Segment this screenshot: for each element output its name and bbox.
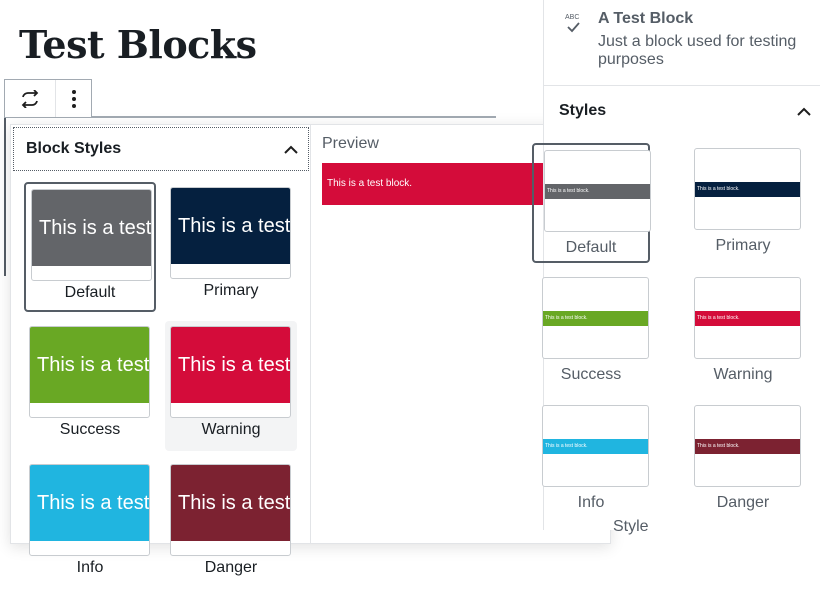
block-toolbar [4, 79, 92, 118]
sidebar-style-thumbnail: This is a test block. [544, 150, 651, 232]
preview-label: Preview [322, 135, 379, 152]
style-label: Danger [204, 559, 258, 576]
sidebar-style-label: Primary [715, 237, 771, 254]
transform-block-button[interactable] [5, 80, 55, 117]
block-styles-title: Block Styles [26, 140, 122, 157]
style-thumbnail-preview: This is a test block. [171, 327, 290, 403]
sidebar-style-label: Warning [713, 366, 773, 383]
block-style-danger[interactable]: This is a test block. Danger [165, 459, 297, 589]
chevron-up-icon [797, 107, 811, 116]
chevron-up-icon [284, 145, 298, 154]
svg-text:ABC: ABC [565, 14, 579, 21]
selected-block-outline [4, 116, 6, 276]
style-thumbnail: This is a test block. [170, 326, 291, 418]
block-style-info[interactable]: This is a test block. Info [24, 459, 156, 589]
block-style-warning[interactable]: This is a test block. Warning [165, 321, 297, 451]
sidebar-style-stripe: This is a test block. [695, 182, 800, 197]
block-description: Just a block used for testing purposes [598, 33, 797, 68]
style-label: Warning [201, 421, 261, 438]
sidebar-style-label: Info [577, 494, 605, 511]
style-thumbnail-preview: This is a test block. [171, 188, 290, 264]
sidebar-next-style-label: Style [613, 518, 649, 535]
sidebar-style-thumbnail: This is a test block. [542, 405, 649, 487]
sidebar-style-label: Default [565, 239, 617, 256]
sidebar-style-default[interactable]: This is a test block. Default [532, 143, 651, 263]
sidebar-style-thumbnail: This is a test block. [694, 405, 801, 487]
transform-arrows-icon [21, 89, 39, 108]
block-style-success[interactable]: This is a test block. Success [24, 321, 156, 451]
sidebar-style-stripe: This is a test block. [543, 311, 648, 326]
style-label: Info [76, 559, 104, 576]
post-title[interactable]: Test Blocks [19, 22, 257, 67]
block-style-default[interactable]: This is a test block. Default [24, 182, 156, 312]
sidebar-style-danger[interactable]: This is a test block. Danger [684, 400, 802, 520]
more-options-button[interactable] [55, 80, 91, 117]
block-styles-panel: Block Styles This is a test block. Defaul… [11, 125, 311, 576]
style-thumbnail-preview: This is a test block. [30, 327, 149, 403]
sidebar-style-warning[interactable]: This is a test block. Warning [684, 272, 802, 392]
sidebar-style-label: Success [560, 366, 622, 383]
abc-spellcheck-icon: ABC [565, 14, 580, 33]
settings-sidebar: ABC A Test Block Just a block used for t… [532, 0, 820, 530]
styles-section-toggle[interactable]: Styles [559, 101, 811, 121]
style-label: Success [59, 421, 121, 438]
sidebar-style-thumbnail: This is a test block. [542, 277, 649, 359]
styles-section-title: Styles [559, 102, 607, 119]
sidebar-style-stripe: This is a test block. [695, 439, 800, 454]
sidebar-style-stripe: This is a test block. [545, 184, 650, 199]
sidebar-style-stripe: This is a test block. [695, 311, 800, 326]
style-label: Default [64, 284, 116, 301]
vertical-ellipsis-icon [71, 89, 76, 108]
editor-canvas: Test Blocks Block Styles This is a test … [0, 0, 611, 576]
block-styles-popover: Block Styles This is a test block. Defaul… [10, 124, 611, 576]
style-thumbnail: This is a test block. [29, 326, 150, 418]
sidebar-style-thumbnail: This is a test block. [694, 148, 801, 230]
sidebar-style-success[interactable]: This is a test block. Success [532, 272, 650, 392]
style-label: Primary [203, 282, 259, 299]
sidebar-style-thumbnail: This is a test block. [694, 277, 801, 359]
block-name: A Test Block [598, 10, 694, 27]
block-styles-toggle[interactable]: Block Styles [13, 127, 309, 171]
block-card: ABC A Test Block Just a block used for t… [544, 0, 820, 86]
style-thumbnail: This is a test block. [170, 464, 291, 556]
sidebar-style-primary[interactable]: This is a test block. Primary [684, 143, 802, 263]
style-thumbnail: This is a test block. [170, 187, 291, 279]
style-thumbnail: This is a test block. [31, 189, 152, 281]
style-thumbnail-preview: This is a test block. [32, 190, 151, 266]
sidebar-style-info[interactable]: This is a test block. Info [532, 400, 650, 520]
block-style-primary[interactable]: This is a test block. Primary [165, 182, 297, 312]
style-thumbnail: This is a test block. [29, 464, 150, 556]
sidebar-style-label: Danger [716, 494, 770, 511]
sidebar-style-stripe: This is a test block. [543, 439, 648, 454]
